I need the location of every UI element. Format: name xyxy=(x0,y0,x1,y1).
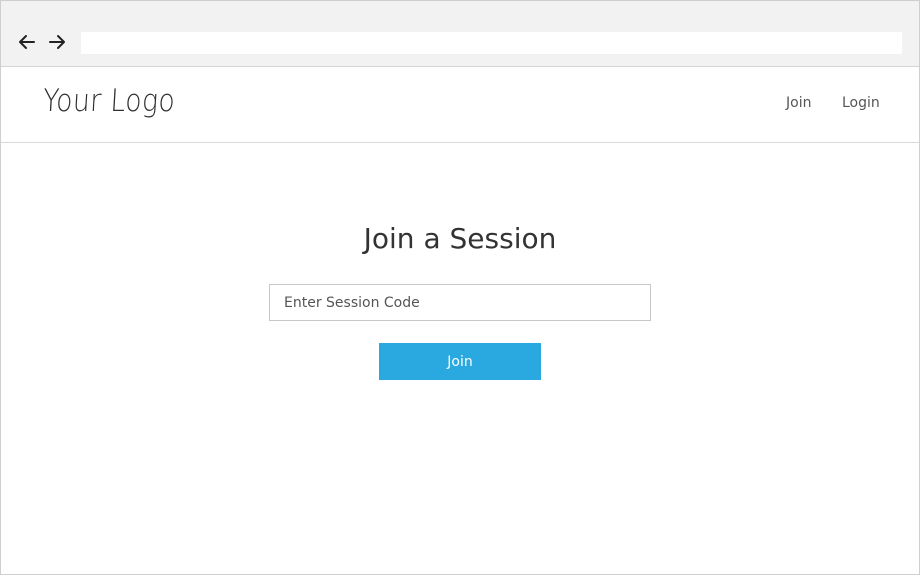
browser-toolbar xyxy=(1,1,919,67)
nav-login-link[interactable]: Login xyxy=(842,95,880,111)
site-logo[interactable]: Your Logo xyxy=(42,83,176,119)
forward-arrow-icon[interactable] xyxy=(47,33,67,51)
browser-window: Your Logo Join Login Join a Session Join xyxy=(0,0,920,575)
page-title: Join a Session xyxy=(363,222,557,255)
back-arrow-icon[interactable] xyxy=(17,33,37,51)
join-button[interactable]: Join xyxy=(379,343,541,380)
site-header: Your Logo Join Login xyxy=(1,67,919,143)
address-bar[interactable] xyxy=(81,32,902,54)
session-code-input[interactable] xyxy=(269,284,651,321)
nav-join-link[interactable]: Join xyxy=(786,95,811,111)
